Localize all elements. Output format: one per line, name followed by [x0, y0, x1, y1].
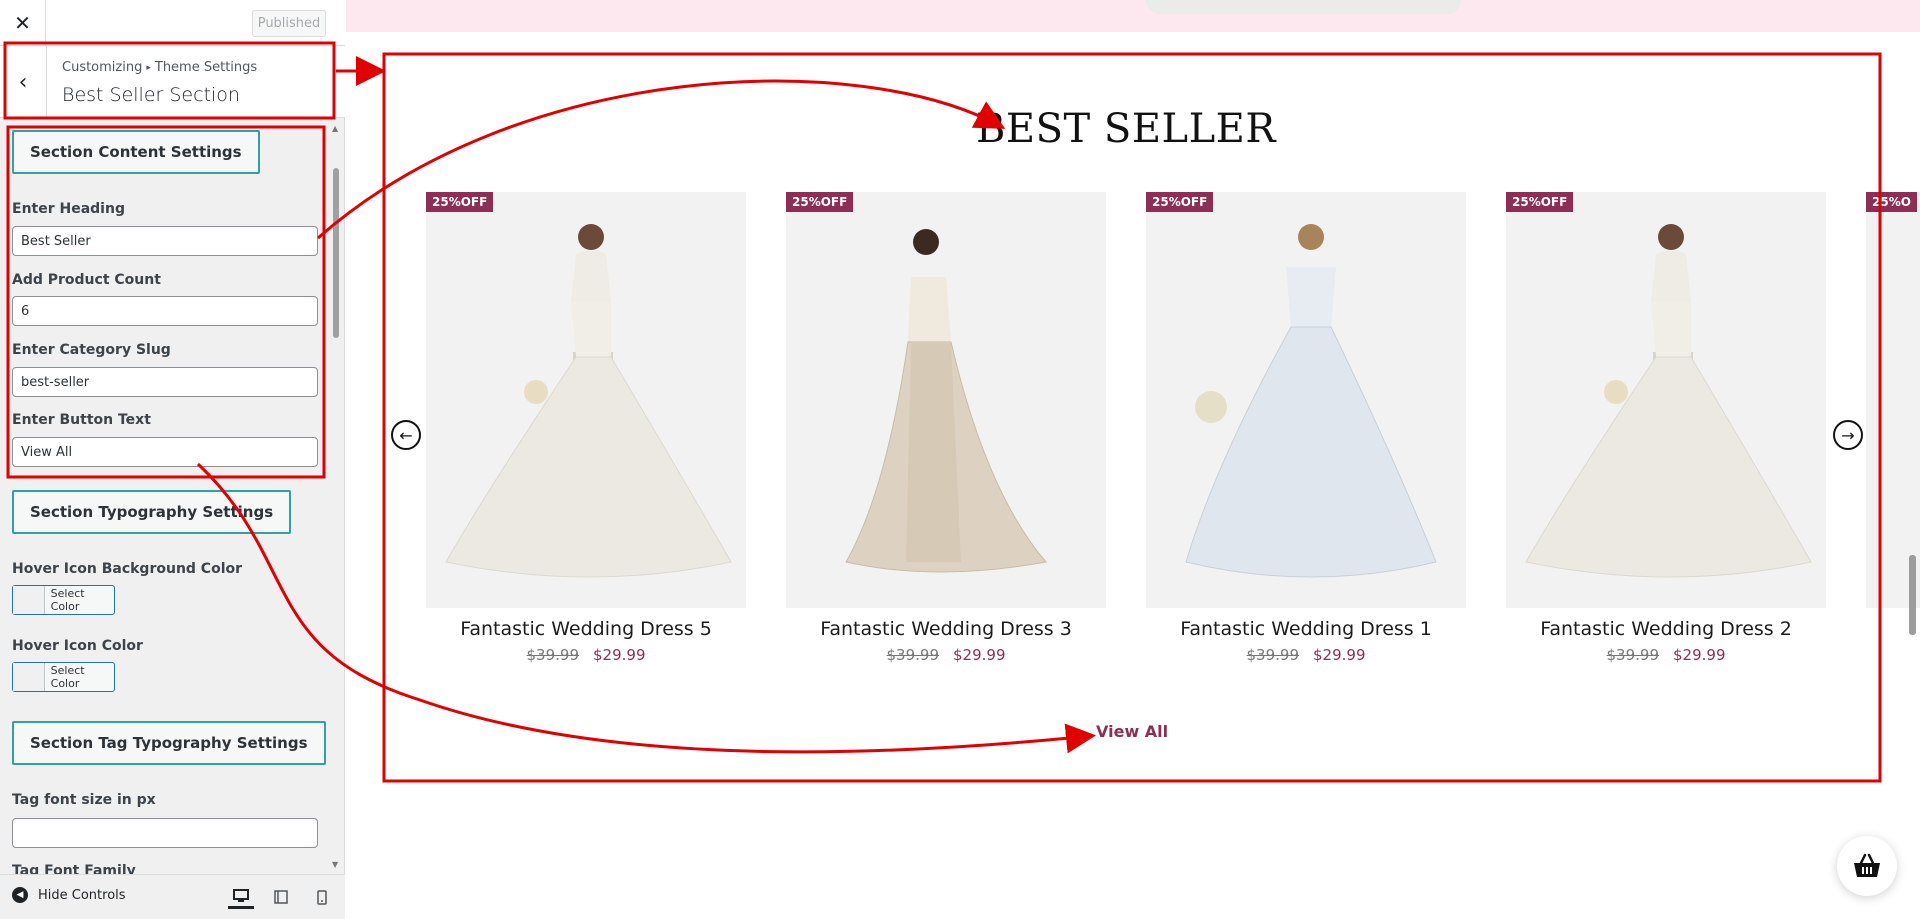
heading-input[interactable] — [12, 226, 318, 256]
back-arrow-icon[interactable]: ‹ — [0, 46, 47, 118]
product-price: $39.99 $29.99 — [1506, 646, 1826, 664]
product-image[interactable]: 25%OFF — [786, 192, 1106, 608]
select-color-label: Select Color — [50, 587, 85, 613]
scroll-up-arrow-icon[interactable]: ▲ — [332, 124, 338, 133]
product-title[interactable]: Fantastic Wedding Dress 3 — [786, 618, 1106, 640]
category-slug-label: Enter Category Slug — [12, 342, 171, 358]
best-seller-heading: BEST SELLER — [976, 106, 1276, 152]
tag-font-size-input[interactable] — [12, 818, 318, 848]
breadcrumb: Customizing ▸ Theme Settings — [62, 60, 257, 75]
customizer-footer: ◀ Hide Controls — [0, 874, 345, 919]
controls-panel: Section Content Settings Enter Heading A… — [0, 118, 345, 874]
product-count-label: Add Product Count — [12, 272, 161, 288]
view-all-link[interactable]: View All — [1096, 722, 1168, 741]
sale-price: $29.99 — [593, 646, 646, 664]
discount-badge: 25%OFF — [1146, 192, 1214, 212]
collapse-icon: ◀ — [12, 887, 28, 903]
product-image[interactable]: 25%OFF — [1146, 192, 1466, 608]
hide-controls-button[interactable]: ◀ Hide Controls — [12, 887, 126, 903]
select-color-label: Select Color — [50, 664, 85, 690]
discount-badge: 25%OFF — [426, 192, 494, 212]
product-title[interactable]: Fantastic Wedding Dress 2 — [1506, 618, 1826, 640]
breadcrumb-item: Theme Settings — [154, 60, 258, 75]
tag-font-size-label: Tag font size in px — [12, 792, 156, 808]
section-content-settings-button[interactable]: Section Content Settings — [12, 130, 260, 174]
customizer-header: ✕ Published — [0, 0, 345, 46]
product-card[interactable]: 25%OFF Fantastic Wedding Dress 2 $39.99 $… — [1506, 192, 1826, 664]
site-preview: BEST SELLER ← → 25%OFF Fantastic Wedding… — [346, 0, 1920, 919]
hover-bg-color-label: Hover Icon Background Color — [12, 561, 243, 577]
carousel-prev-arrow-icon[interactable]: ← — [391, 420, 421, 450]
color-swatch — [13, 663, 45, 691]
breadcrumb-separator-icon: ▸ — [146, 63, 151, 73]
product-card-partial[interactable]: 25%O — [1866, 192, 1920, 608]
button-text-label: Enter Button Text — [12, 412, 151, 428]
product-count-input[interactable] — [12, 296, 318, 326]
old-price: $39.99 — [1246, 646, 1300, 664]
sale-price: $29.99 — [953, 646, 1006, 664]
dress-image — [1185, 224, 1437, 578]
section-tag-typography-settings-button[interactable]: Section Tag Typography Settings — [12, 721, 326, 765]
discount-badge: 25%OFF — [1506, 192, 1574, 212]
customizer-sidebar: ✕ Published ‹ Customizing ▸ Theme Settings… — [0, 0, 345, 919]
cart-icon[interactable] — [1837, 836, 1897, 896]
hero-image — [1146, 0, 1461, 14]
product-image[interactable]: 25%OFF — [426, 192, 746, 608]
product-price: $39.99 $29.99 — [426, 646, 746, 664]
hero-banner — [346, 0, 1920, 32]
dress-image — [845, 229, 1047, 573]
product-title[interactable]: Fantastic Wedding Dress 1 — [1146, 618, 1466, 640]
mobile-preview-icon[interactable] — [309, 885, 335, 909]
product-card[interactable]: 25%OFF Fantastic Wedding Dress 3 $39.99 $… — [786, 192, 1106, 664]
hover-icon-color-picker[interactable]: Select Color — [12, 662, 115, 692]
heading-label: Enter Heading — [12, 201, 125, 217]
section-header: ‹ Customizing ▸ Theme Settings Best Seller… — [0, 46, 345, 118]
old-price: $39.99 — [526, 646, 580, 664]
carousel-next-arrow-icon[interactable]: → — [1833, 420, 1863, 450]
section-typography-settings-button[interactable]: Section Typography Settings — [12, 490, 292, 534]
hover-bg-color-picker[interactable]: Select Color — [12, 585, 115, 615]
product-image[interactable]: 25%OFF — [1506, 192, 1826, 608]
section-title: Best Seller Section — [62, 84, 240, 106]
sale-price: $29.99 — [1313, 646, 1366, 664]
tablet-preview-icon[interactable] — [268, 885, 294, 909]
sale-price: $29.99 — [1673, 646, 1726, 664]
color-swatch — [13, 586, 45, 614]
desktop-preview-icon[interactable] — [228, 885, 254, 909]
scroll-down-arrow-icon[interactable]: ▼ — [332, 860, 338, 869]
product-price: $39.99 $29.99 — [786, 646, 1106, 664]
sidebar-scrollbar[interactable] — [333, 168, 339, 338]
hover-icon-color-label: Hover Icon Color — [12, 638, 143, 654]
discount-badge: 25%OFF — [786, 192, 854, 212]
old-price: $39.99 — [1606, 646, 1660, 664]
category-slug-input[interactable] — [12, 367, 318, 397]
dress-image — [445, 224, 732, 578]
published-button[interactable]: Published — [252, 10, 326, 37]
product-title[interactable]: Fantastic Wedding Dress 5 — [426, 618, 746, 640]
hide-controls-label: Hide Controls — [38, 887, 126, 903]
close-icon[interactable]: ✕ — [0, 0, 46, 45]
product-price: $39.99 $29.99 — [1146, 646, 1466, 664]
product-card[interactable]: 25%OFF Fantastic Wedding Dress 5 $39.99 $… — [426, 192, 746, 664]
product-card[interactable]: 25%OFF Fantastic Wedding Dress 1 $39.99 $… — [1146, 192, 1466, 664]
breadcrumb-item: Customizing — [62, 60, 143, 75]
dress-image — [1525, 224, 1812, 578]
button-text-input[interactable] — [12, 437, 318, 467]
old-price: $39.99 — [886, 646, 940, 664]
discount-badge: 25%O — [1866, 192, 1917, 212]
preview-scrollbar[interactable] — [1909, 555, 1916, 635]
tag-font-family-label: Tag Font Family — [12, 863, 136, 874]
product-image[interactable]: 25%O — [1866, 192, 1920, 608]
